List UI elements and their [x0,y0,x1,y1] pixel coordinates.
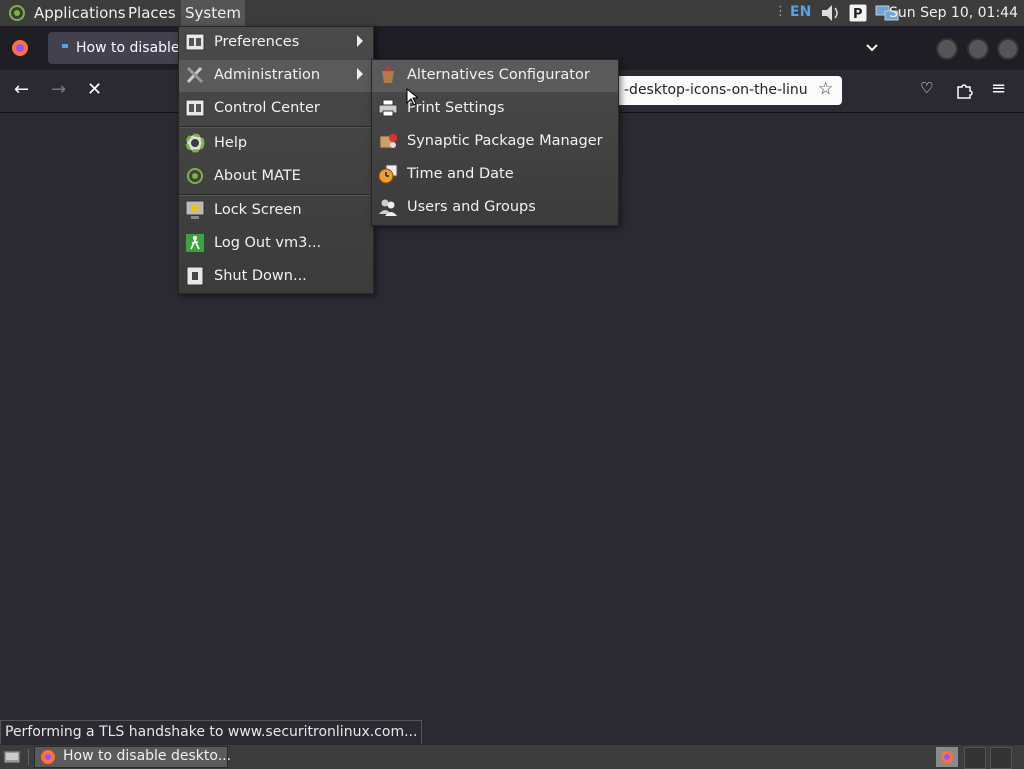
forward-icon[interactable]: → [51,79,66,100]
alternatives-icon [382,66,394,83]
logout-icon [186,234,204,252]
menu-item-time-and-date[interactable]: Time and Date [372,159,618,191]
control-center-icon [185,99,205,117]
extensions-icon[interactable] [955,81,973,99]
menu-item-shut-down[interactable]: Shut Down... [179,261,373,293]
workspace-2[interactable] [964,747,986,769]
applications-menu[interactable]: Applications [30,0,130,26]
clock[interactable]: Sun Sep 10, 01:44 [889,0,1018,26]
mate-logo-icon [9,5,25,21]
synaptic-icon [379,134,397,149]
panel-separator [28,749,29,765]
menu-item-administration[interactable]: Administration [179,60,373,92]
menu-item-preferences[interactable]: Preferences [179,27,373,59]
volume-icon[interactable] [819,3,841,23]
hamburger-menu-icon[interactable]: ≡ [991,78,1006,99]
submenu-arrow-icon [357,68,363,80]
workspace-3[interactable] [990,747,1012,769]
mouse-cursor-icon [406,88,418,106]
tab-loading-icon [62,44,68,48]
minimize-button[interactable] [936,38,958,60]
preferences-icon [185,33,205,51]
stop-icon[interactable]: ✕ [87,79,102,100]
maximize-button[interactable] [967,38,989,60]
tab-list-chevron-icon[interactable] [864,40,880,56]
show-desktop-icon[interactable] [3,749,21,765]
menu-item-about-mate[interactable]: About MATE [179,161,373,193]
menu-item-control-center[interactable]: Control Center [179,93,373,125]
firefox-taskbar-icon [41,750,55,764]
url-bar[interactable]: -desktop-icons-on-the-linu ☆ [612,76,842,105]
menu-item-lock-screen[interactable]: Lock Screen [179,195,373,227]
top-panel: Applications Places System ⋮ EN P Sun Se… [0,0,1024,27]
administration-submenu: Alternatives Configurator Print Settings… [371,59,619,226]
workspace-switcher-icon[interactable] [936,747,958,767]
back-icon[interactable]: ← [14,79,29,100]
url-text: -desktop-icons-on-the-linu [624,82,808,98]
bookmark-star-icon[interactable]: ☆ [818,79,833,99]
tab-title: How to disable d [76,40,193,56]
menu-item-help[interactable]: Help [179,128,373,160]
system-menu[interactable]: System [181,0,245,26]
pocket-icon[interactable]: ♡ [920,79,933,97]
system-dropdown-menu: Preferences Administration Control Cente… [178,26,374,294]
places-menu[interactable]: Places [124,0,180,26]
lock-screen-icon [185,200,205,219]
menu-item-synaptic[interactable]: Synaptic Package Manager [372,126,618,158]
keyboard-layout-indicator[interactable]: EN [790,4,811,20]
about-mate-icon [187,168,203,184]
submenu-arrow-icon [357,35,363,47]
clock-icon [378,164,398,184]
firefox-icon[interactable] [10,38,30,58]
menu-item-users-and-groups[interactable]: Users and Groups [372,192,618,224]
shutdown-icon [186,266,204,286]
parcellite-icon[interactable]: P [848,3,868,23]
taskbar-window-button[interactable]: How to disable deskto... [34,746,232,768]
svg-text:P: P [853,7,863,22]
close-window-button[interactable] [997,38,1019,60]
printer-icon [378,99,398,117]
users-icon [379,199,397,216]
handle-icon: ⋮ [774,4,787,19]
taskbar-window-title: How to disable deskto... [63,748,232,764]
status-text: Performing a TLS handshake to www.securi… [0,720,423,746]
help-icon [185,133,205,153]
menu-item-log-out[interactable]: Log Out vm3... [179,228,373,260]
administration-icon [186,66,204,84]
